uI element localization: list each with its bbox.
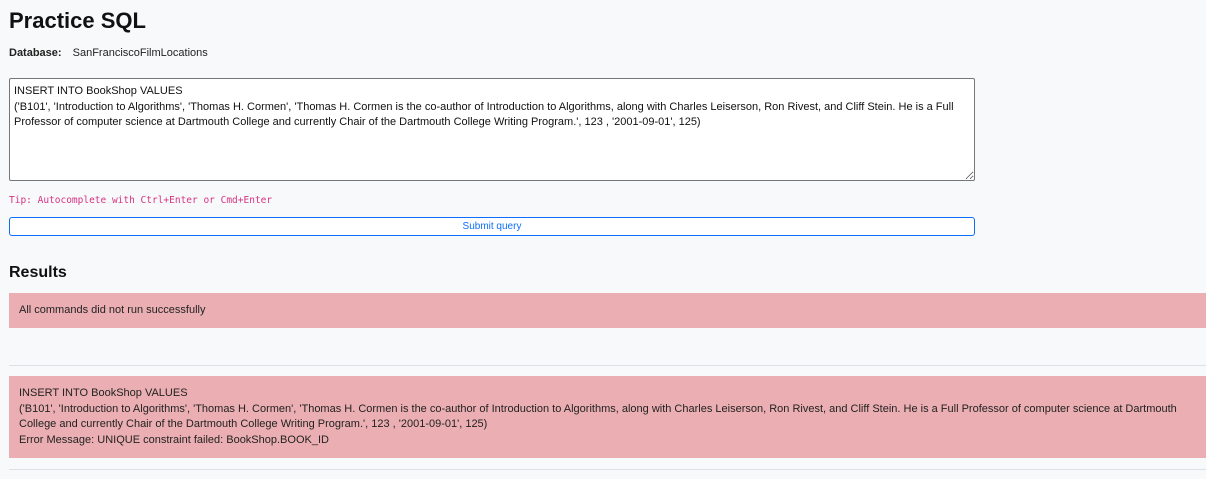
error-detail-alert: INSERT INTO BookShop VALUES ('B101', 'In… — [9, 376, 1206, 458]
error-statement-line-2: ('B101', 'Introduction to Algorithms', '… — [19, 402, 1177, 431]
database-info: Database: SanFranciscoFilmLocations — [9, 47, 208, 59]
database-label: Database: — [9, 47, 62, 59]
error-summary-alert: All commands did not run successfully — [9, 293, 1206, 328]
practice-sql-page: Practice SQL Database: SanFranciscoFilmL… — [0, 0, 1206, 479]
database-name: SanFranciscoFilmLocations — [72, 47, 208, 59]
autocomplete-tip: Tip: Autocomplete with Ctrl+Enter or Cmd… — [9, 195, 273, 206]
results-heading: Results — [9, 264, 67, 281]
results-divider — [9, 365, 1206, 366]
submit-query-button[interactable]: Submit query — [9, 217, 975, 236]
sql-query-input[interactable] — [9, 78, 975, 181]
error-message: Error Message: UNIQUE constraint failed:… — [19, 433, 329, 446]
page-title: Practice SQL — [9, 8, 146, 33]
results-divider-bottom — [9, 469, 1206, 470]
error-statement-line-1: INSERT INTO BookShop VALUES — [19, 387, 188, 399]
